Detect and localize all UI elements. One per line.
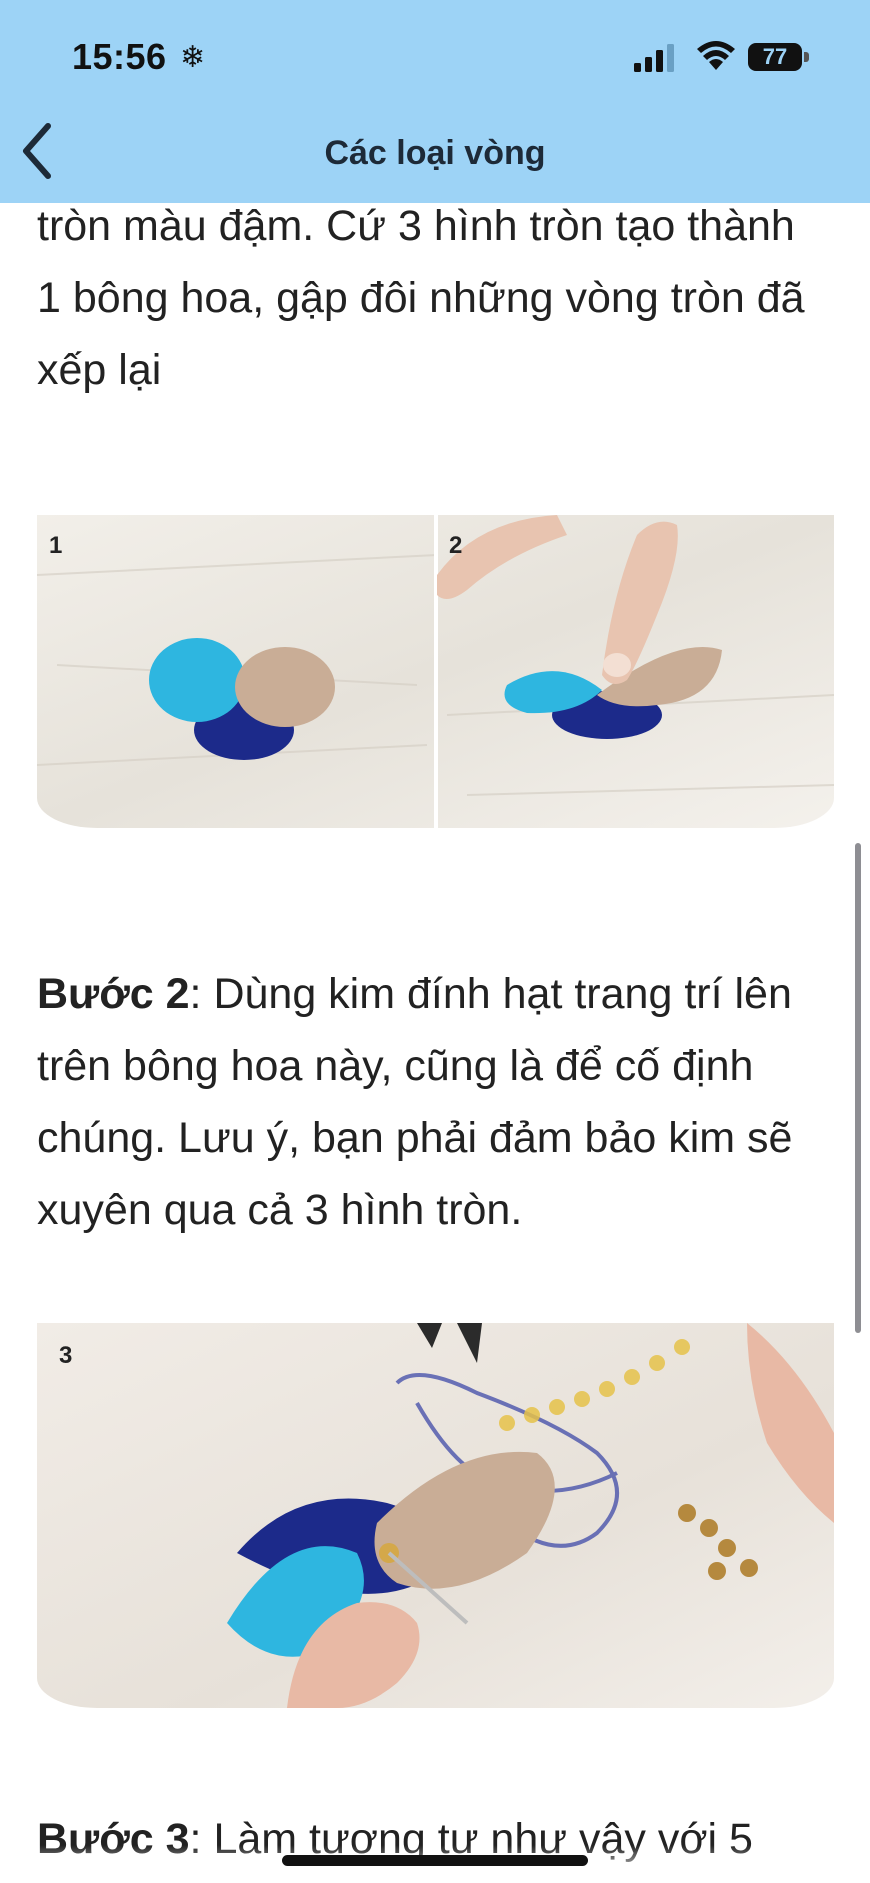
felt-tan-circle-1 [235, 647, 335, 727]
scrollbar[interactable] [855, 843, 861, 1333]
app-header: 15:56 ❄ 77 Các loại vòng [0, 0, 870, 203]
status-time: 15:56 [72, 36, 167, 77]
felt-blue-circle-1 [149, 638, 245, 722]
photo-label-2: 2 [449, 532, 462, 559]
step-2-paragraph: Bước 2: Dùng kim đính hạt trang trí lên … [37, 958, 827, 1246]
home-indicator[interactable] [282, 1855, 588, 1866]
step-photo-1-2: 1 2 [37, 515, 834, 828]
battery-icon: 77 [748, 43, 810, 73]
step-photo-3: 3 [37, 1323, 834, 1708]
photo-label-1: 1 [49, 532, 62, 559]
paragraph-top: tròn màu đậm. Cứ 3 hình tròn tạo thành 1… [37, 202, 805, 394]
cellular-signal-icon [634, 44, 674, 72]
step-2-label: Bước 2 [37, 970, 190, 1018]
snowflake-icon: ❄ [180, 41, 206, 74]
battery-level: 77 [748, 43, 802, 71]
page-title: Các loại vòng [324, 134, 546, 172]
wifi-icon [697, 41, 735, 70]
photo-label-3: 3 [59, 1342, 72, 1369]
status-bar: 15:56 ❄ 77 [0, 0, 870, 110]
